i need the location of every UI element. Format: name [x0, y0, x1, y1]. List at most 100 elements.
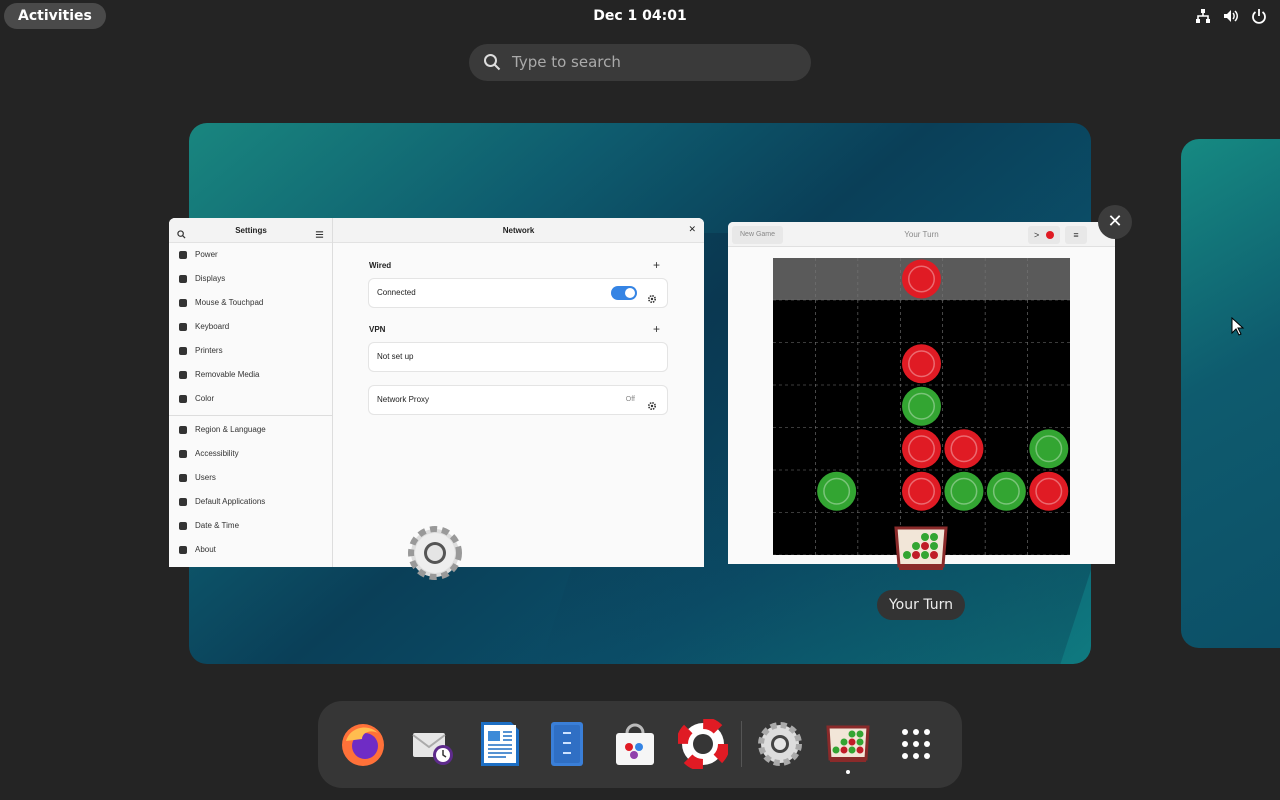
software-store-icon[interactable] [610, 719, 660, 769]
users-icon [179, 474, 187, 482]
hamburger-menu-icon[interactable] [315, 226, 324, 238]
files-icon[interactable] [542, 719, 592, 769]
add-vpn-button[interactable]: + [653, 322, 660, 336]
flag-icon [179, 426, 187, 434]
game-header: New Game Your Turn > ≡ [728, 222, 1115, 247]
four-in-a-row-app-icon [890, 524, 952, 586]
sidebar-item-label: Date & Time [195, 521, 240, 530]
display-icon [179, 275, 187, 283]
writer-document-icon[interactable] [475, 719, 525, 769]
player-color-icon [1046, 231, 1054, 239]
sidebar-item-date-time[interactable]: Date & Time [169, 514, 332, 538]
settings-app-icon [404, 522, 466, 584]
help-lifebuoy-icon[interactable] [676, 717, 730, 771]
piece-red [1029, 471, 1069, 511]
search-input[interactable]: Type to search [469, 44, 811, 81]
sidebar-item-default-applications[interactable]: Default Applications [169, 490, 332, 514]
panel-title: Network [502, 226, 535, 235]
accessibility-icon [179, 450, 187, 458]
wired-connection-row[interactable]: Connected [369, 279, 667, 307]
sidebar-item-keyboard[interactable]: Keyboard [169, 315, 332, 339]
sidebar-item-printers[interactable]: Printers [169, 339, 332, 363]
close-icon[interactable]: ✕ [688, 224, 696, 235]
hint-button[interactable]: > [1028, 226, 1060, 244]
sidebar-item-label: Keyboard [195, 322, 230, 331]
search-icon [483, 53, 501, 71]
next-workspace-thumbnail[interactable] [1181, 139, 1280, 648]
drop-piece-red [901, 259, 942, 299]
dash-separator [741, 721, 742, 767]
keyboard-icon [179, 323, 187, 331]
sidebar-title: Settings [235, 226, 267, 235]
vpn-row: Not set up [369, 343, 667, 371]
close-window-button[interactable]: ✕ [1098, 205, 1132, 239]
sidebar-item-accessibility[interactable]: Accessibility [169, 442, 332, 466]
gear-icon[interactable] [647, 288, 657, 304]
star-icon [179, 498, 187, 506]
vpn-status: Not set up [377, 352, 414, 361]
mail-clock-icon[interactable] [407, 719, 457, 769]
game-board[interactable] [773, 258, 1070, 556]
four-in-a-row-window[interactable]: New Game Your Turn > ≡ [728, 222, 1115, 564]
piece-red [901, 344, 942, 384]
sidebar-item-power[interactable]: Power [169, 243, 332, 267]
wired-toggle[interactable] [611, 286, 637, 300]
piece-red [901, 471, 942, 511]
sidebar-item-label: Removable Media [195, 370, 260, 379]
settings-gear-icon[interactable] [755, 719, 805, 769]
wired-status: Connected [377, 288, 416, 297]
show-apps-grid-icon[interactable] [891, 719, 941, 769]
system-tray[interactable] [1194, 7, 1268, 25]
gear-icon[interactable] [647, 395, 657, 411]
sidebar-item-label: Mouse & Touchpad [195, 298, 264, 307]
clock-icon [179, 522, 187, 530]
network-icon[interactable] [1194, 7, 1212, 25]
piece-green [944, 471, 984, 511]
firefox-icon[interactable] [338, 719, 388, 769]
sidebar-item-mouse-touchpad[interactable]: Mouse & Touchpad [169, 291, 332, 315]
clock[interactable]: Dec 1 04:01 [0, 0, 1280, 32]
vpn-section-title: VPN [369, 325, 386, 334]
media-icon [179, 371, 187, 379]
running-indicator [846, 770, 850, 774]
sidebar-item-label: Power [195, 250, 218, 259]
four-in-a-row-icon[interactable] [823, 719, 873, 769]
sidebar-header: Settings [169, 218, 332, 243]
board-grid[interactable] [773, 258, 1070, 556]
sidebar-item-label: Accessibility [195, 449, 239, 458]
sidebar-item-about[interactable]: About [169, 538, 332, 562]
sidebar-item-label: Users [195, 473, 216, 482]
settings-sidebar: Settings Power Displays Mouse & Touchpad Ke… [169, 218, 333, 567]
window-tooltip: Your Turn [877, 590, 965, 620]
volume-icon[interactable] [1222, 7, 1240, 25]
hint-label: > [1034, 230, 1040, 240]
sidebar-item-displays[interactable]: Displays [169, 267, 332, 291]
sidebar-item-removable-media[interactable]: Removable Media [169, 363, 332, 387]
search-placeholder: Type to search [512, 53, 621, 71]
sidebar-item-label: About [195, 545, 216, 554]
proxy-value: Off [625, 396, 635, 403]
mouse-icon [179, 299, 187, 307]
network-panel: Network ✕ Wired + Connected VPN + Not se… [333, 218, 704, 567]
game-menu-button[interactable]: ≡ [1065, 226, 1087, 244]
sidebar-item-label: Displays [195, 274, 226, 283]
sidebar-item-label: Color [195, 394, 215, 403]
network-proxy-row[interactable]: Network Proxy Off [369, 386, 667, 414]
color-icon [179, 395, 187, 403]
top-bar: Activities Dec 1 04:01 [0, 0, 1280, 32]
sidebar-item-region-language[interactable]: Region & Language [169, 418, 332, 442]
mouse-cursor-icon [1231, 316, 1245, 337]
sidebar-item-color[interactable]: Color [169, 387, 332, 411]
sidebar-item-label: Region & Language [195, 425, 266, 434]
info-icon [179, 546, 187, 554]
power-icon[interactable] [1250, 7, 1268, 25]
dash [318, 701, 962, 788]
sidebar-item-users[interactable]: Users [169, 466, 332, 490]
piece-green [901, 386, 942, 426]
sidebar-separator [169, 415, 332, 416]
panel-header: Network ✕ [333, 218, 704, 243]
piece-red [901, 429, 942, 469]
add-wired-button[interactable]: + [653, 258, 660, 272]
piece-green [1029, 429, 1069, 469]
settings-window[interactable]: Settings Power Displays Mouse & Touchpad Ke… [169, 218, 704, 567]
